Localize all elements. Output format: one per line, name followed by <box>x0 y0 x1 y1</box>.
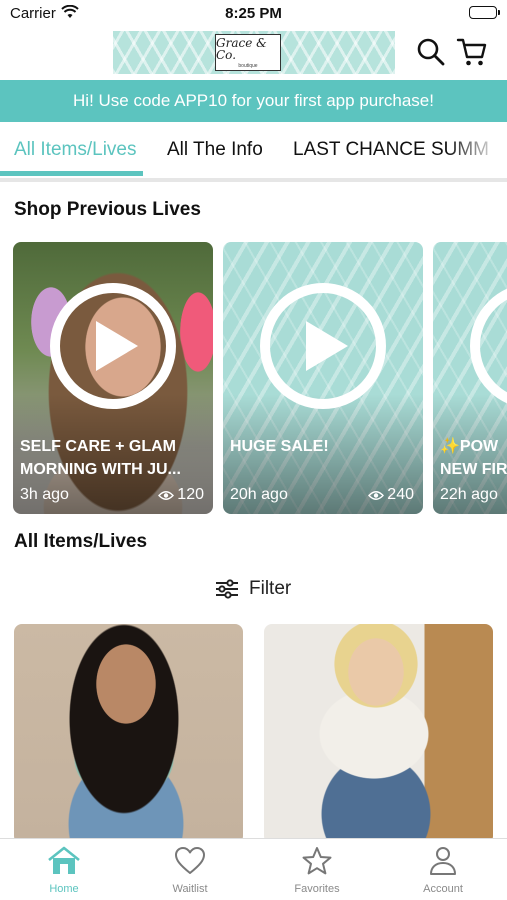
eye-icon <box>368 490 385 500</box>
logo-subtext: boutique <box>238 62 258 69</box>
tab-all-the-info[interactable]: All The Info <box>167 139 263 161</box>
app-header: Grace & Co. boutique <box>0 28 507 78</box>
section-title-all-items: All Items/Lives <box>14 531 148 552</box>
search-icon[interactable] <box>416 37 446 67</box>
brand-banner[interactable]: Grace & Co. boutique <box>113 31 395 74</box>
product-card[interactable] <box>264 624 493 844</box>
nav-label: Home <box>49 883 79 895</box>
bottom-tab-bar: Home Waitlist Favorites Account <box>0 838 507 900</box>
live-card[interactable]: HUGE SALE! 20h ago 240 <box>223 242 423 514</box>
live-meta: 20h ago 240 <box>230 486 414 506</box>
battery-icon <box>469 6 500 19</box>
live-title: HUGE SALE! <box>230 438 329 455</box>
live-card[interactable]: ✨POW NEW FIR 22h ago <box>433 242 507 514</box>
nav-favorites[interactable]: Favorites <box>254 846 380 895</box>
promo-text: Hi! Use code APP10 for your first app pu… <box>73 91 434 110</box>
promo-banner[interactable]: Hi! Use code APP10 for your first app pu… <box>0 80 507 122</box>
nav-label: Account <box>423 883 463 895</box>
nav-account[interactable]: Account <box>380 846 506 895</box>
live-meta: 22h ago <box>440 486 507 506</box>
view-count: 120 <box>158 486 204 504</box>
status-bar: Carrier 8:25 PM <box>0 0 507 28</box>
play-icon[interactable] <box>50 283 176 409</box>
product-card[interactable] <box>14 624 243 844</box>
nav-waitlist[interactable]: Waitlist <box>127 846 253 895</box>
filter-icon <box>216 579 238 599</box>
live-meta: 3h ago 120 <box>20 486 204 506</box>
category-tabs: All Items/Lives All The Info LAST CHANCE… <box>0 122 507 180</box>
live-time-ago: 20h ago <box>230 486 288 503</box>
nav-label: Waitlist <box>172 883 208 895</box>
filter-label: Filter <box>249 578 292 599</box>
live-title: ✨POW NEW FIR <box>440 438 507 478</box>
play-icon[interactable] <box>260 283 386 409</box>
divider <box>0 178 507 182</box>
logo-text: Grace & Co. <box>216 35 267 62</box>
heart-icon <box>175 847 205 874</box>
star-icon <box>302 847 332 875</box>
previous-lives-carousel[interactable]: SELF CARE + GLAM MORNING WITH JU... 3h a… <box>0 242 507 516</box>
home-icon <box>48 846 80 874</box>
nav-label: Favorites <box>294 883 340 895</box>
nav-home[interactable]: Home <box>1 846 127 895</box>
live-time-ago: 22h ago <box>440 486 498 503</box>
clock: 8:25 PM <box>225 5 282 22</box>
cart-icon[interactable] <box>456 37 487 67</box>
filter-button[interactable]: Filter <box>215 577 291 601</box>
section-title-previous-lives: Shop Previous Lives <box>14 199 201 220</box>
live-time-ago: 3h ago <box>20 486 69 503</box>
active-tab-indicator <box>0 171 143 176</box>
eye-icon <box>158 490 175 500</box>
view-count: 240 <box>368 486 414 504</box>
live-title: SELF CARE + GLAM MORNING WITH JU... <box>20 438 181 478</box>
brand-logo: Grace & Co. boutique <box>215 34 281 71</box>
live-card[interactable]: SELF CARE + GLAM MORNING WITH JU... 3h a… <box>13 242 213 514</box>
account-icon <box>430 847 456 875</box>
tab-all-items-lives[interactable]: All Items/Lives <box>14 139 136 161</box>
